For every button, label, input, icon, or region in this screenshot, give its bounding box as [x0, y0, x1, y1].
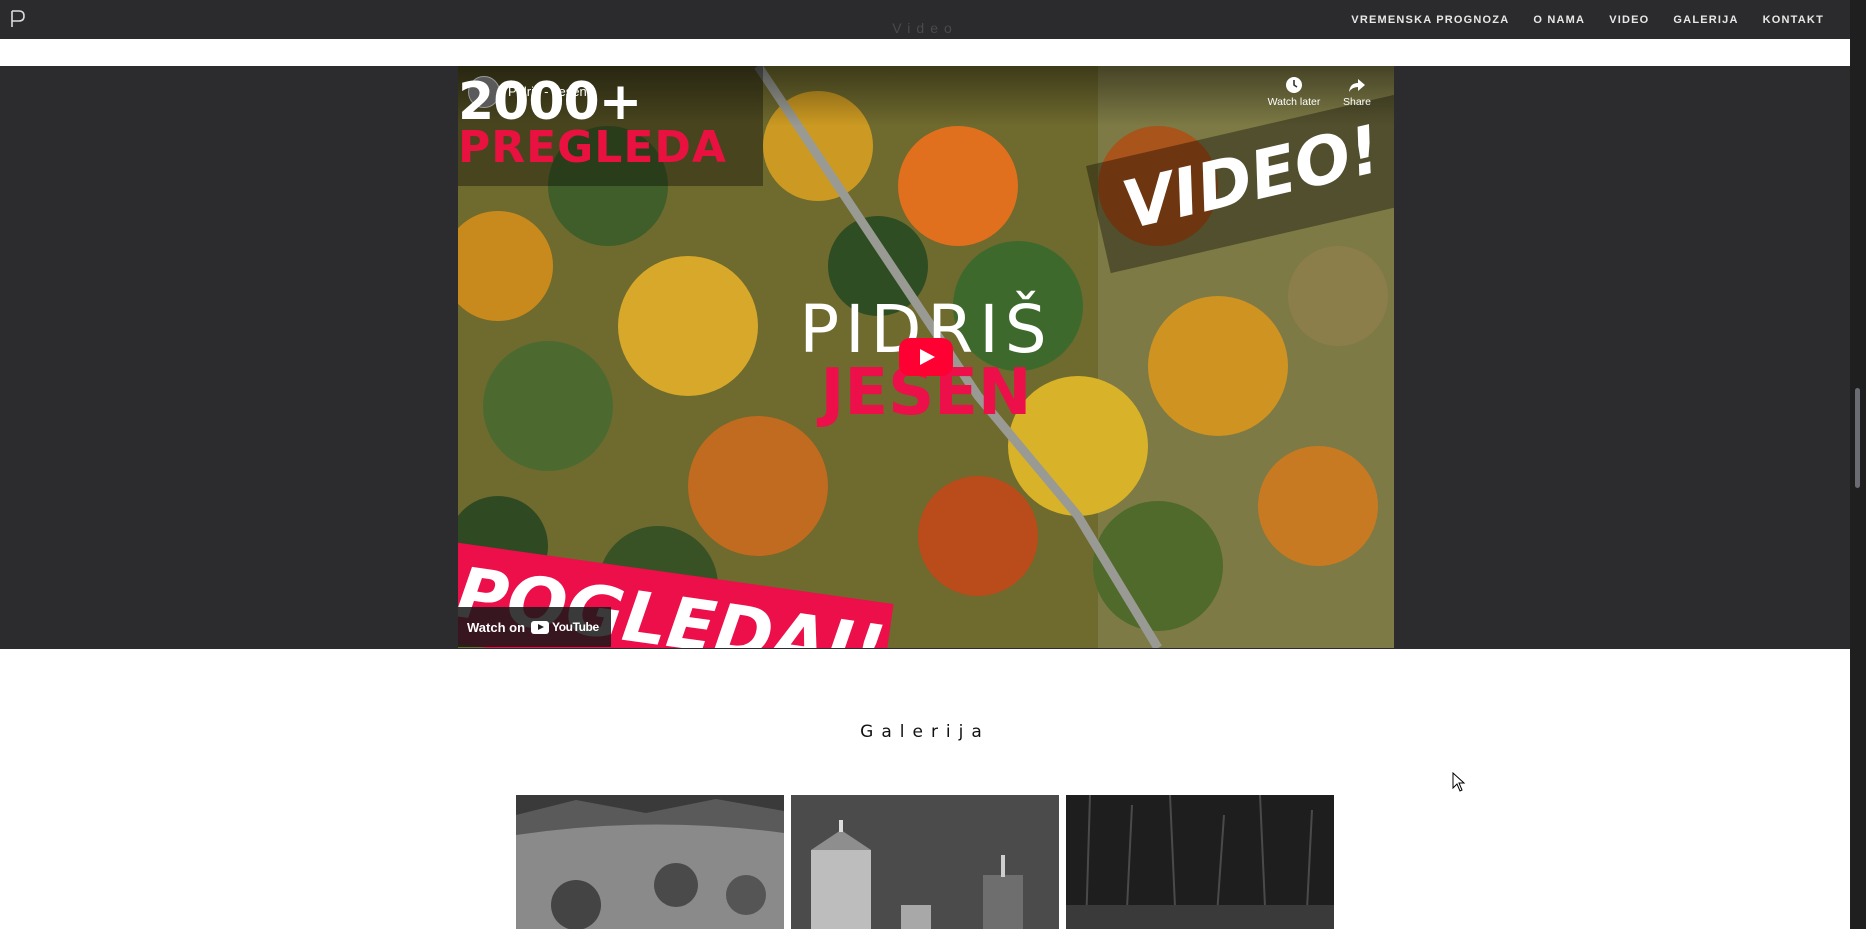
youtube-play-mark-icon	[531, 620, 550, 634]
church-photo	[791, 795, 1059, 929]
divider-band	[0, 39, 1850, 66]
share-button[interactable]: Share	[1322, 76, 1392, 108]
valley-photo	[516, 795, 784, 929]
thumb-views-label: PREGLEDA	[458, 122, 727, 173]
gallery-title: Galerija	[860, 722, 990, 742]
watch-on-label: Watch on	[467, 619, 526, 635]
nav-item-video[interactable]: VIDEO	[1609, 14, 1649, 26]
mouse-cursor-icon	[1452, 772, 1466, 792]
nav-item-o-nama[interactable]: O NAMA	[1533, 14, 1585, 26]
watch-later-button[interactable]: Watch later	[1259, 76, 1329, 108]
page-scrollbar[interactable]	[1850, 0, 1866, 929]
gallery-image-2[interactable]	[791, 795, 1059, 929]
video-section: Pidriš - Jesen 2000+ PREGLEDA VIDEO! Wat…	[0, 66, 1850, 649]
share-icon	[1349, 79, 1365, 92]
top-navigation: Video VREMENSKA PROGNOZA O NAMA VIDEO GA…	[0, 0, 1850, 39]
gallery-image-1[interactable]	[516, 795, 784, 929]
watch-on-youtube-button[interactable]: Watch on YouTube	[458, 607, 611, 647]
nav-item-kontakt[interactable]: KONTAKT	[1763, 14, 1824, 26]
nav-item-vremenska-prognoza[interactable]: VREMENSKA PROGNOZA	[1351, 14, 1509, 26]
youtube-logo-icon: YouTube	[531, 620, 599, 634]
scrollbar-thumb[interactable]	[1855, 388, 1860, 488]
gallery-image-3[interactable]	[1066, 795, 1334, 929]
play-button[interactable]	[899, 338, 953, 376]
nav-menu: VREMENSKA PROGNOZA O NAMA VIDEO GALERIJA…	[1351, 0, 1824, 39]
watch-later-label: Watch later	[1267, 96, 1321, 108]
youtube-wordmark: YouTube	[552, 620, 599, 634]
youtube-player[interactable]: Pidriš - Jesen 2000+ PREGLEDA VIDEO! Wat…	[458, 66, 1394, 648]
nav-item-galerija[interactable]: GALERIJA	[1673, 14, 1738, 26]
share-label: Share	[1342, 96, 1372, 108]
forest-photo	[1066, 795, 1334, 929]
clock-icon	[1286, 77, 1302, 93]
